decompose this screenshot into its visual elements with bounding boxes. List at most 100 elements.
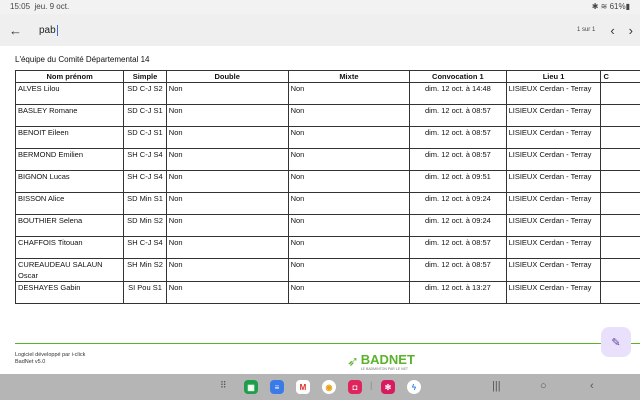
double-cell: Non	[165, 104, 289, 127]
column-header: Nom prénom	[14, 70, 125, 83]
truncated-cell	[600, 258, 640, 282]
player-name: DESHAYES Gabin	[14, 281, 125, 304]
lieu-cell: LISIEUX Cerdan - Terray	[505, 281, 602, 304]
date: jeu. 9 oct.	[34, 2, 70, 11]
truncated-cell	[600, 170, 640, 193]
lieu-cell: LISIEUX Cerdan - Terray	[505, 192, 602, 215]
app-drawer-icon[interactable]: ⠿	[220, 380, 227, 391]
table-row: DESHAYES Gabin SI Pou S1 Non Non dim. 12 oct…	[14, 281, 640, 304]
player-name: BISSON Alice	[14, 192, 125, 215]
double-cell: Non	[165, 170, 289, 193]
player-name: BASLEY Romane	[14, 104, 125, 127]
chrome-app-icon[interactable]: ◉	[322, 380, 336, 394]
mixte-cell: Non	[287, 148, 411, 171]
sheets-app-icon[interactable]: ▦	[244, 380, 258, 394]
player-name: BIGNON Lucas	[14, 170, 125, 193]
table-row: BERMOND Emilien SH C-J S4 Non Non dim. 12 oc…	[14, 148, 640, 171]
table-row: BASLEY Romane SD C-J S1 Non Non dim. 12 oct.…	[14, 104, 640, 127]
table-row: CHAFFOIS Titouan SH C-J S4 Non Non dim. 12 o…	[14, 236, 640, 259]
simple-cell: SD Min S2	[123, 214, 167, 237]
convocation-cell: dim. 12 oct. à 14:48	[409, 82, 507, 105]
simple-cell: SH C-J S4	[123, 170, 167, 193]
convocation-cell: dim. 12 oct. à 08:57	[409, 258, 507, 282]
battery-icon: ▮	[625, 2, 630, 11]
back-arrow-icon[interactable]: ←	[9, 23, 29, 38]
find-input[interactable]: pab	[39, 24, 58, 36]
mixte-cell: Non	[287, 192, 411, 215]
camera-app-icon[interactable]: ◘	[348, 380, 362, 394]
version: BadNet v5.0	[15, 359, 46, 365]
previous-match-button[interactable]: ‹	[610, 23, 614, 38]
convocation-cell: dim. 12 oct. à 09:24	[409, 192, 507, 215]
player-name: CHAFFOIS Titouan	[14, 236, 125, 259]
convocation-cell: dim. 12 oct. à 08:57	[409, 104, 507, 127]
table-row: CUREAUDEAU SALAUN Oscar SH Min S2 Non Non di…	[14, 258, 640, 282]
simple-cell: SD C-J S1	[123, 104, 167, 127]
double-cell: Non	[165, 214, 289, 237]
column-header: Double	[165, 70, 289, 83]
pen-icon: ✎	[611, 336, 621, 349]
convocation-cell: dim. 12 oct. à 08:57	[409, 148, 507, 171]
convocation-cell: dim. 12 oct. à 09:24	[409, 214, 507, 237]
truncated-cell	[600, 126, 640, 149]
double-cell: Non	[165, 281, 289, 304]
player-name: BOUTHIER Selena	[14, 214, 125, 237]
flower-app-icon[interactable]: ✻	[381, 380, 395, 394]
footer-text: Logiciel développé par i-click BadNet v5…	[15, 352, 85, 366]
lieu-cell: LISIEUX Cerdan - Terray	[505, 82, 602, 105]
home-button[interactable]: ○	[540, 380, 547, 392]
clock: 15:05	[10, 2, 31, 11]
docs-app-icon[interactable]: ≡	[270, 380, 284, 394]
truncated-cell	[600, 104, 640, 127]
lieu-cell: LISIEUX Cerdan - Terray	[505, 126, 602, 149]
mixte-cell: Non	[287, 214, 411, 237]
footer-divider	[15, 343, 640, 344]
convocation-cell: dim. 12 oct. à 08:57	[409, 126, 507, 149]
lieu-cell: LISIEUX Cerdan - Terray	[505, 236, 602, 259]
match-count: 1 sur 1	[576, 27, 596, 33]
simple-cell: SI Pou S1	[123, 281, 167, 304]
mixte-cell: Non	[287, 258, 411, 282]
player-name: ALVES Lilou	[14, 82, 125, 105]
lieu-cell: LISIEUX Cerdan - Terray	[505, 214, 602, 237]
column-header: Convocation 1	[409, 70, 507, 83]
next-match-button[interactable]: ›	[629, 23, 633, 38]
lieu-cell: LISIEUX Cerdan - Terray	[505, 104, 602, 127]
truncated-cell	[600, 214, 640, 237]
convocation-cell: dim. 12 oct. à 13:27	[409, 281, 507, 304]
truncated-cell	[600, 192, 640, 215]
double-cell: Non	[165, 82, 289, 105]
double-cell: Non	[165, 236, 289, 259]
lieu-cell: LISIEUX Cerdan - Terray	[505, 170, 602, 193]
mixte-cell: Non	[287, 126, 411, 149]
mixte-cell: Non	[287, 236, 411, 259]
gmail-app-icon[interactable]: M	[296, 380, 310, 394]
find-in-page-bar: ← pab 1 sur 1 ‹ ›	[0, 14, 640, 46]
wifi-icon: ✱ ≋	[591, 2, 610, 11]
column-header: C	[600, 70, 640, 83]
shuttlecock-icon: ➶	[347, 353, 359, 369]
mixte-cell: Non	[287, 104, 411, 127]
truncated-cell	[600, 148, 640, 171]
column-header: Simple	[123, 70, 167, 83]
double-cell: Non	[165, 126, 289, 149]
table-row: BIGNON Lucas SH C-J S4 Non Non dim. 12 oct. …	[14, 170, 640, 193]
truncated-cell	[600, 281, 640, 304]
recent-apps-button[interactable]: |||	[492, 380, 501, 392]
double-cell: Non	[165, 192, 289, 215]
lieu-cell: LISIEUX Cerdan - Terray	[505, 258, 602, 282]
simple-cell: SH C-J S4	[123, 148, 167, 171]
mixte-cell: Non	[287, 82, 411, 105]
table-row: BOUTHIER Selena SD Min S2 Non Non dim. 12 oc…	[14, 214, 640, 237]
simple-cell: SH Min S2	[123, 258, 167, 282]
edit-pen-button[interactable]: ✎	[601, 327, 631, 357]
page-title: L'équipe du Comité Départemental 14	[15, 55, 150, 64]
table-row: BISSON Alice SD Min S1 Non Non dim. 12 oct. …	[14, 192, 640, 215]
table-row: ALVES Lilou SD C-J S2 Non Non dim. 12 oct. à…	[14, 82, 640, 105]
back-button[interactable]: ‹	[590, 380, 594, 392]
player-name: CUREAUDEAU SALAUN Oscar	[14, 258, 125, 282]
column-header: Mixte	[287, 70, 411, 83]
mixte-cell: Non	[287, 281, 411, 304]
truncated-cell	[600, 82, 640, 105]
messenger-app-icon[interactable]: ϟ	[407, 380, 421, 394]
